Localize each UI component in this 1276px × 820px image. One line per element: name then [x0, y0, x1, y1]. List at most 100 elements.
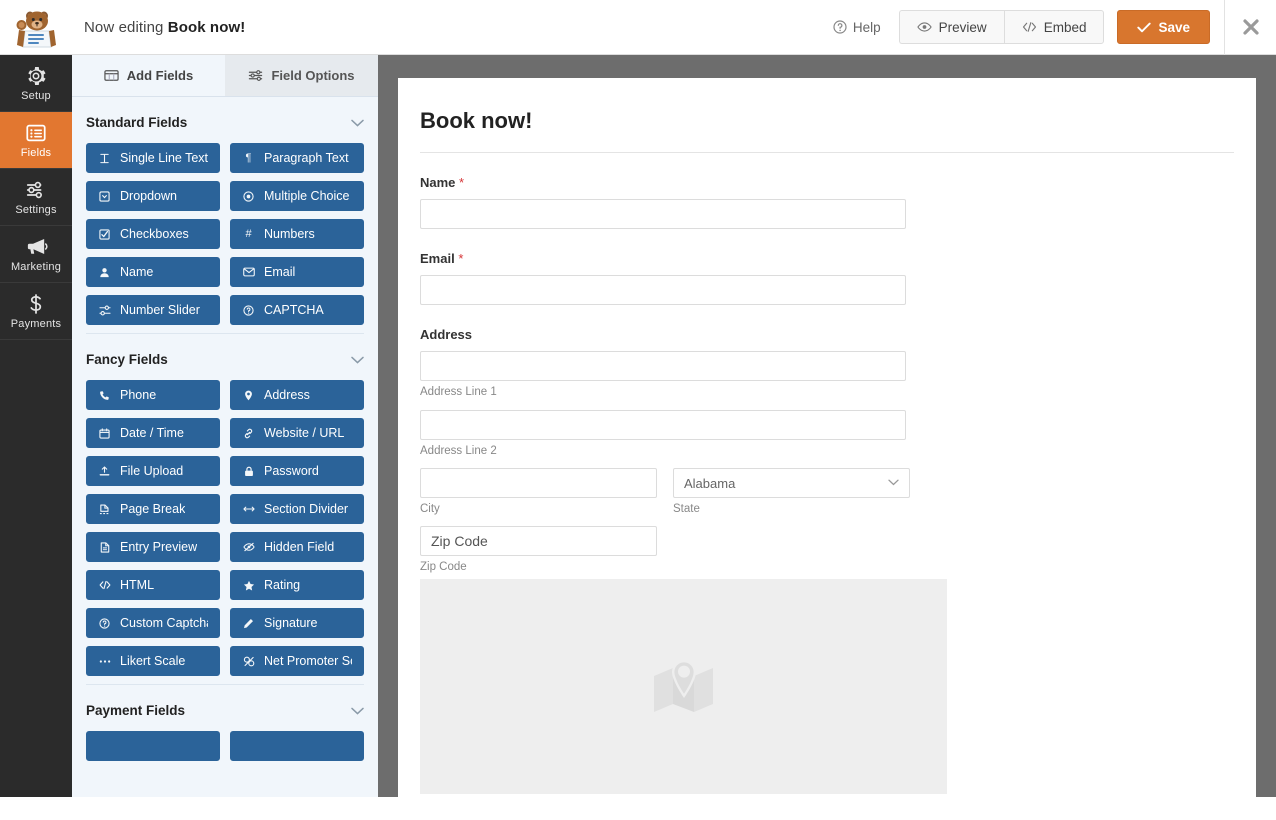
field-label: Checkboxes: [120, 227, 189, 241]
page-title: Now editing Book now!: [84, 19, 245, 36]
standard-fields-grid: Single Line Text ¶ Paragraph Text Dropdo…: [86, 143, 364, 325]
email-input[interactable]: [420, 275, 906, 305]
name-input[interactable]: [420, 199, 906, 229]
field-button-page-break[interactable]: Page Break: [86, 494, 220, 524]
sullie-mascot-icon: [16, 11, 56, 48]
field-button-name[interactable]: Name: [86, 257, 220, 287]
field-button-entry-preview[interactable]: Entry Preview: [86, 532, 220, 562]
field-button-email[interactable]: Email: [230, 257, 364, 287]
field-button-website-url[interactable]: Website / URL: [230, 418, 364, 448]
close-builder-button[interactable]: [1224, 0, 1276, 55]
sidebar-item-settings[interactable]: Settings: [0, 169, 72, 226]
field-label: Dropdown: [120, 189, 177, 203]
sidebar-item-marketing[interactable]: Marketing: [0, 226, 72, 283]
field-button-dropdown[interactable]: Dropdown: [86, 181, 220, 211]
chevron-down-icon[interactable]: [351, 704, 364, 718]
preview-label: Preview: [938, 19, 987, 35]
section-header-standard-fields[interactable]: Standard Fields: [86, 97, 364, 143]
sidebar-item-setup[interactable]: Setup: [0, 55, 72, 112]
eye-icon: [916, 22, 932, 32]
zip-value: Zip Code: [431, 533, 488, 549]
field-button-payment-1[interactable]: [86, 731, 220, 761]
field-button-date-time[interactable]: Date / Time: [86, 418, 220, 448]
help-button[interactable]: Help: [815, 20, 899, 35]
field-button-number-slider[interactable]: Number Slider: [86, 295, 220, 325]
title-divider: [420, 152, 1234, 153]
calendar-icon: [98, 427, 111, 439]
field-button-checkboxes[interactable]: Checkboxes: [86, 219, 220, 249]
field-button-single-line-text[interactable]: Single Line Text: [86, 143, 220, 173]
phone-icon: [98, 390, 111, 401]
embed-button[interactable]: Embed: [1003, 10, 1105, 44]
field-label: Password: [264, 464, 319, 478]
required-indicator: *: [459, 175, 465, 190]
field-label: Custom Captcha: [120, 616, 208, 630]
field-button-custom-captcha[interactable]: Custom Captcha: [86, 608, 220, 638]
address-line2-group: Address Line 2: [420, 410, 1234, 457]
state-selected-value: Alabama: [684, 475, 736, 491]
state-sublabel: State: [673, 503, 700, 515]
preview-field-name[interactable]: Name *: [420, 175, 1234, 229]
panel-body: Standard Fields Single Line Text ¶ Parag…: [72, 97, 378, 761]
add-fields-panel: Add Fields Field Options Standard Fields: [72, 55, 378, 797]
dropdown-icon: [98, 190, 111, 202]
document-icon: [98, 541, 111, 553]
sidebar-item-payments[interactable]: Payments: [0, 283, 72, 340]
field-button-paragraph-text[interactable]: ¶ Paragraph Text: [230, 143, 364, 173]
city-input[interactable]: [420, 468, 657, 498]
field-button-captcha[interactable]: CAPTCHA: [230, 295, 364, 325]
field-button-address[interactable]: Address: [230, 380, 364, 410]
field-button-payment-2[interactable]: [230, 731, 364, 761]
preview-field-email[interactable]: Email *: [420, 251, 1234, 305]
sidebar-item-label: Setup: [21, 89, 51, 102]
field-button-signature[interactable]: Signature: [230, 608, 364, 638]
address-city-group: City: [420, 468, 657, 515]
field-button-password[interactable]: Password: [230, 456, 364, 486]
sliders-icon: [26, 181, 42, 198]
field-label: Hidden Field: [264, 540, 335, 554]
section-header-fancy-fields[interactable]: Fancy Fields: [86, 333, 364, 380]
add-fields-icon: [104, 70, 119, 81]
field-button-hidden-field[interactable]: Hidden Field: [230, 532, 364, 562]
zip-input[interactable]: Zip Code: [420, 526, 657, 556]
preview-button[interactable]: Preview: [898, 10, 1004, 44]
dollar-icon: [30, 293, 42, 314]
address-state-group: Alabama State: [673, 468, 910, 515]
sidebar-item-fields[interactable]: Fields: [0, 112, 72, 169]
close-icon: [1242, 19, 1259, 35]
tab-field-options[interactable]: Field Options: [225, 55, 378, 96]
top-bar-actions: Help Preview Embed Save: [815, 0, 1276, 55]
field-label: Numbers: [264, 227, 315, 241]
field-button-net-promoter-score[interactable]: Net Promoter Score: [230, 646, 364, 676]
state-select[interactable]: Alabama: [673, 468, 910, 498]
address-map-placeholder: [420, 579, 947, 794]
preview-field-address[interactable]: Address Address Line 1 Address Line 2 Ci…: [420, 327, 1234, 794]
builder-nav-rail: Setup Fields Settings Marketing Payments: [0, 55, 72, 797]
field-button-numbers[interactable]: # Numbers: [230, 219, 364, 249]
tab-add-fields[interactable]: Add Fields: [72, 55, 225, 96]
address-line1-input[interactable]: [420, 351, 906, 381]
address-city-state-row: City Alabama State: [420, 468, 1234, 515]
field-label: Single Line Text: [120, 151, 208, 165]
megaphone-icon: [27, 239, 48, 254]
chevron-down-icon[interactable]: [351, 116, 364, 130]
code-icon: [1022, 22, 1036, 32]
section-title: Payment Fields: [86, 703, 186, 718]
field-label: Rating: [264, 578, 301, 592]
field-label-text: Name: [420, 175, 456, 190]
field-button-html[interactable]: HTML: [86, 570, 220, 600]
field-button-phone[interactable]: Phone: [86, 380, 220, 410]
save-button[interactable]: Save: [1117, 10, 1210, 44]
question-circle-icon: [242, 304, 255, 316]
field-button-section-divider[interactable]: Section Divider: [230, 494, 364, 524]
field-button-multiple-choice[interactable]: Multiple Choice: [230, 181, 364, 211]
check-icon: [1137, 22, 1152, 32]
chevron-down-icon[interactable]: [351, 353, 364, 367]
link-icon: [242, 428, 255, 439]
field-button-likert-scale[interactable]: Likert Scale: [86, 646, 220, 676]
field-button-rating[interactable]: Rating: [230, 570, 364, 600]
address-line2-input[interactable]: [420, 410, 906, 440]
section-header-payment-fields[interactable]: Payment Fields: [86, 684, 364, 731]
city-sublabel: City: [420, 503, 440, 515]
field-button-file-upload[interactable]: File Upload: [86, 456, 220, 486]
